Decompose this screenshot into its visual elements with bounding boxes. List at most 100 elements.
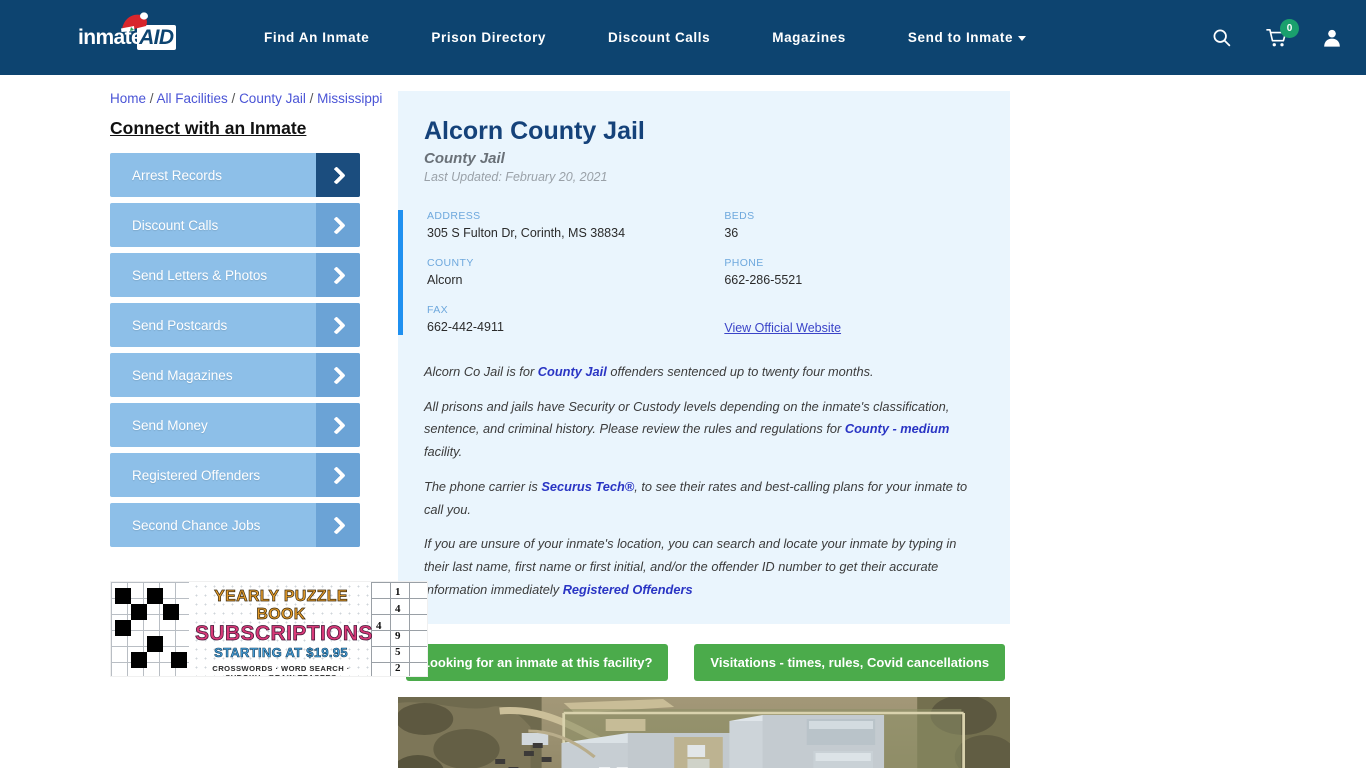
sidebar-item-label: Second Chance Jobs	[132, 517, 261, 533]
field-value: 662-442-4911	[427, 319, 504, 334]
account-button[interactable]	[1322, 27, 1342, 48]
view-official-website-link[interactable]: View Official Website	[724, 321, 841, 335]
main-content-column: Alcorn County Jail County Jail Last Upda…	[360, 91, 1366, 768]
ad-text-block: YEARLY PUZZLE BOOK SUBSCRIPTIONS STARTIN…	[195, 588, 373, 676]
facility-details-grid: ADDRESS 305 S Fulton Dr, Corinth, MS 388…	[403, 210, 1010, 335]
breadcrumb-separator: /	[305, 91, 318, 106]
sidebar-item-label: Send Postcards	[132, 317, 228, 333]
link-securus-tech[interactable]: Securus Tech®	[541, 479, 634, 494]
nav-item-find-an-inmate[interactable]: Find An Inmate	[264, 30, 369, 45]
header-icon-group: 0	[1211, 18, 1342, 48]
chevron-right-icon	[316, 303, 360, 347]
chevron-right-icon	[316, 453, 360, 497]
sudoku-digit: 5	[395, 646, 401, 658]
sudoku-digit: 2	[395, 662, 401, 674]
details-column-left: ADDRESS 305 S Fulton Dr, Corinth, MS 388…	[427, 210, 724, 335]
field-county: COUNTY Alcorn	[427, 257, 724, 287]
facility-header: Alcorn County Jail County Jail Last Upda…	[398, 117, 1010, 184]
chevron-right-icon	[316, 153, 360, 197]
field-label-spacer	[724, 304, 1016, 316]
logo-accent: AID	[137, 25, 177, 50]
field-fax: FAX 662-442-4911	[427, 304, 724, 334]
details-column-right: BEDS 36 PHONE 662-286-5521 View Official…	[724, 210, 1016, 335]
sidebar-item-send-money[interactable]: Send Money	[110, 403, 360, 447]
aerial-photo-graphic	[398, 696, 1010, 768]
link-registered-offenders[interactable]: Registered Offenders	[563, 582, 693, 597]
chevron-right-icon	[316, 253, 360, 297]
field-beds: BEDS 36	[724, 210, 1016, 240]
sidebar-item-arrest-records[interactable]: Arrest Records	[110, 153, 360, 197]
link-county-medium[interactable]: County - medium	[845, 421, 950, 436]
sidebar-item-label: Send Magazines	[132, 367, 233, 383]
cart-button[interactable]: 0	[1266, 18, 1299, 48]
description-paragraph-3: The phone carrier is Securus Tech®, to s…	[424, 478, 968, 517]
sidebar-item-label: Send Letters & Photos	[132, 267, 268, 283]
top-navigation-bar: inmateAID Find An Inmate Prison Director…	[0, 0, 1366, 75]
crossword-grid-graphic	[111, 582, 189, 676]
ad-categories: CROSSWORDS · WORD SEARCH · SUDOKU · BRAI…	[212, 664, 350, 676]
description-paragraph-2: All prisons and jails have Security or C…	[424, 398, 950, 460]
breadcrumb-separator: /	[146, 91, 157, 106]
logo-text: inmateAID	[78, 25, 177, 50]
breadcrumb: Home / All Facilities / County Jail / Mi…	[110, 91, 382, 106]
sidebar-item-send-postcards[interactable]: Send Postcards	[110, 303, 360, 347]
field-label: BEDS	[724, 209, 755, 222]
nav-item-discount-calls[interactable]: Discount Calls	[608, 30, 710, 45]
link-county-jail[interactable]: County Jail	[538, 364, 607, 379]
search-icon	[1213, 29, 1231, 47]
puzzle-book-ad-banner[interactable]: 1 4 4 9 5 2 YEARLY PUZZLE BOOK SUBSCRIPT…	[110, 581, 428, 677]
field-label: ADDRESS	[427, 209, 481, 222]
sidebar-item-label: Registered Offenders	[132, 467, 261, 483]
field-official-website: View Official Website	[724, 304, 1016, 335]
sudoku-grid-graphic: 1 4 4 9 5 2	[371, 582, 427, 676]
sudoku-digit: 1	[395, 586, 401, 598]
field-phone: PHONE 662-286-5521	[724, 257, 1016, 287]
cta-button-row: Looking for an inmate at this facility? …	[398, 624, 1010, 681]
sudoku-digit: 4	[376, 620, 382, 632]
sidebar-item-send-magazines[interactable]: Send Magazines	[110, 353, 360, 397]
visitations-button[interactable]: Visitations - times, rules, Covid cancel…	[694, 643, 1006, 681]
sidebar-item-label: Discount Calls	[132, 217, 219, 233]
page-title: Alcorn County Jail	[424, 117, 645, 145]
facility-aerial-photo	[398, 696, 1010, 768]
facility-type: County Jail	[424, 149, 505, 167]
description-paragraph-4: If you are unsure of your inmate's locat…	[424, 536, 957, 597]
last-updated-text: Last Updated: February 20, 2021	[424, 169, 608, 184]
sidebar-item-discount-calls[interactable]: Discount Calls	[110, 203, 360, 247]
user-icon	[1324, 29, 1340, 47]
left-column: Home / All Facilities / County Jail / Mi…	[0, 91, 428, 768]
chevron-right-icon	[316, 403, 360, 447]
field-label: FAX	[427, 303, 449, 316]
description-paragraph-1: Alcorn Co Jail is for County Jail offend…	[424, 363, 874, 379]
sudoku-digit: 9	[395, 630, 401, 642]
sidebar-title: Connect with an Inmate	[110, 118, 307, 138]
facility-details-section: ADDRESS 305 S Fulton Dr, Corinth, MS 388…	[398, 209, 1010, 335]
breadcrumb-item-all-facilities[interactable]: All Facilities	[157, 91, 228, 106]
breadcrumb-item-county-jail[interactable]: County Jail	[239, 91, 306, 106]
facility-info-card: Alcorn County Jail County Jail Last Upda…	[398, 91, 1010, 624]
field-value: 305 S Fulton Dr, Corinth, MS 38834	[427, 225, 626, 240]
search-button[interactable]	[1211, 27, 1232, 48]
main-menu: Find An Inmate Prison Directory Discount…	[264, 30, 1211, 45]
field-value: Alcorn	[427, 272, 463, 287]
sidebar-item-registered-offenders[interactable]: Registered Offenders	[110, 453, 360, 497]
sidebar-item-send-letters-and-photos[interactable]: Send Letters & Photos	[110, 253, 360, 297]
field-value: 662-286-5521	[724, 272, 803, 287]
chevron-down-icon	[1018, 35, 1027, 41]
page-body: Home / All Facilities / County Jail / Mi…	[0, 75, 1366, 768]
ad-subheadline: SUBSCRIPTIONS	[195, 622, 373, 646]
sudoku-digit: 4	[395, 603, 401, 615]
field-label: COUNTY	[427, 256, 474, 269]
facility-description: Alcorn Co Jail is for County Jail offend…	[398, 361, 1010, 602]
field-value: 36	[724, 225, 739, 240]
field-label: PHONE	[724, 256, 764, 269]
ad-price: STARTING AT $19.95	[214, 645, 348, 661]
nav-item-prison-directory[interactable]: Prison Directory	[431, 30, 546, 45]
find-inmate-button[interactable]: Looking for an inmate at this facility?	[406, 643, 669, 681]
nav-item-magazines[interactable]: Magazines	[772, 30, 846, 45]
site-logo[interactable]: inmateAID	[78, 11, 186, 55]
sidebar-item-second-chance-jobs[interactable]: Second Chance Jobs	[110, 503, 360, 547]
sidebar-item-label: Arrest Records	[132, 167, 223, 183]
nav-item-send-to-inmate[interactable]: Send to Inmate	[908, 30, 1027, 45]
breadcrumb-item-home[interactable]: Home	[110, 91, 146, 106]
